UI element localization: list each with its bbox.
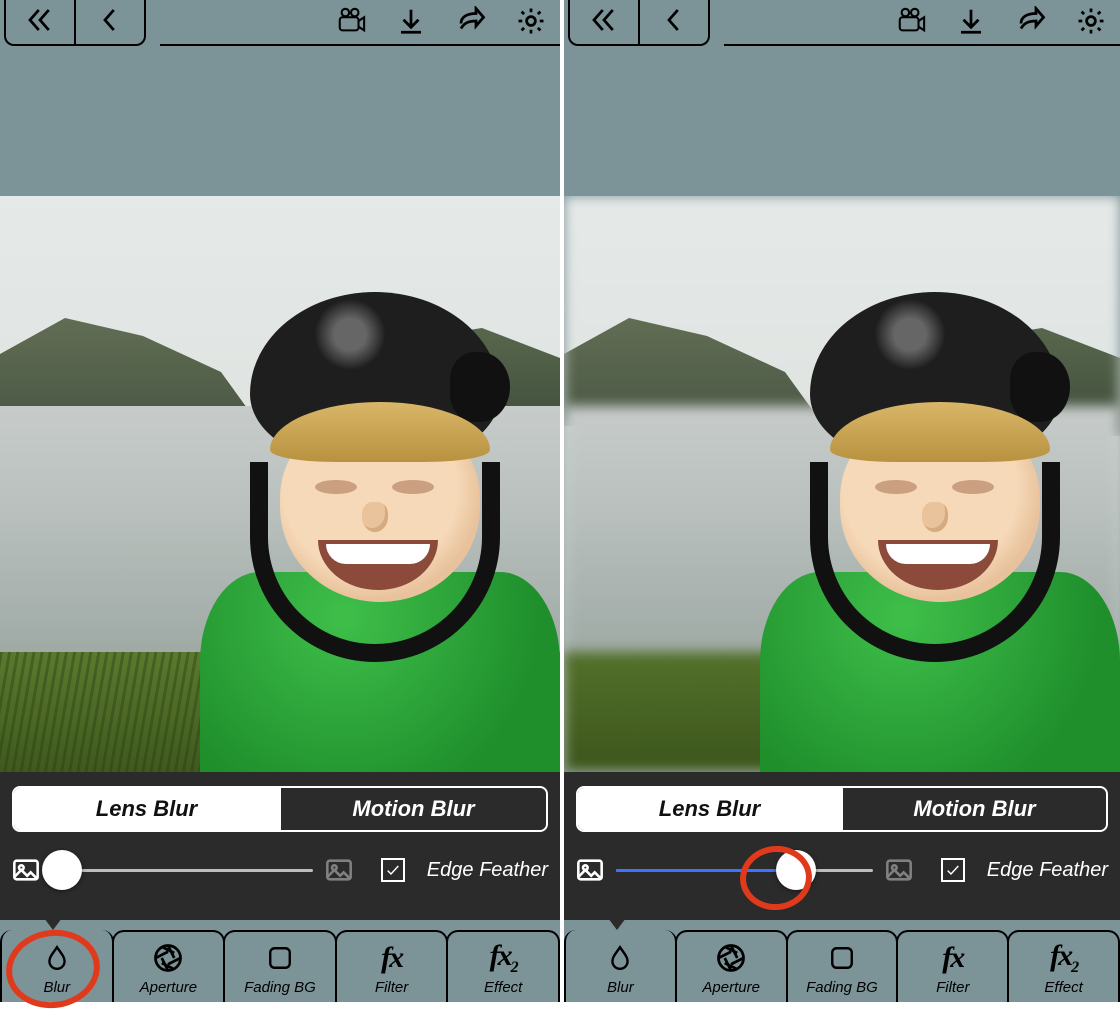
- download-button[interactable]: [950, 2, 992, 44]
- download-icon: [956, 6, 986, 41]
- aperture-icon: [153, 941, 183, 975]
- settings-button[interactable]: [510, 2, 552, 44]
- blur-type-segmented: Lens Blur Motion Blur: [12, 786, 548, 832]
- slider-fill: [616, 869, 796, 872]
- photo-canvas[interactable]: [564, 196, 1120, 772]
- share-button[interactable]: [450, 2, 492, 44]
- tab-filter[interactable]: fx Filter: [335, 930, 449, 1002]
- slider-track: [52, 869, 313, 872]
- chevron-left-icon: [659, 5, 689, 40]
- tab-label: Effect: [484, 979, 522, 996]
- gear-icon: [1076, 6, 1106, 41]
- blur-amount-slider[interactable]: [52, 854, 313, 886]
- fx-icon: fx: [942, 941, 963, 975]
- header-spacer: [0, 46, 560, 196]
- tab-aperture[interactable]: Aperture: [675, 930, 788, 1002]
- tab-label: Blur: [607, 979, 634, 996]
- square-icon: [267, 941, 293, 975]
- aperture-icon: [716, 941, 746, 975]
- back-all-button[interactable]: [568, 0, 640, 46]
- lens-blur-option[interactable]: Lens Blur: [578, 788, 841, 830]
- tab-effect[interactable]: fx2 Effect: [446, 930, 560, 1002]
- slider-thumb[interactable]: [42, 850, 82, 890]
- controls-strip: Lens Blur Motion Blur Edge Feather: [564, 772, 1120, 920]
- tab-label: Filter: [936, 979, 969, 996]
- image-small-icon: [576, 856, 604, 884]
- tab-aperture[interactable]: Aperture: [112, 930, 226, 1002]
- fx-icon: fx: [381, 941, 402, 975]
- drop-icon: [44, 941, 70, 975]
- video-button[interactable]: [330, 2, 372, 44]
- tab-filter[interactable]: fx Filter: [896, 930, 1009, 1002]
- top-toolbar: [0, 0, 560, 46]
- top-toolbar: [564, 0, 1120, 46]
- bottom-tab-bar: Blur Aperture Fading BG fx Filter fx2 Ef…: [0, 920, 560, 1002]
- back-button[interactable]: [74, 0, 146, 46]
- controls-strip: Lens Blur Motion Blur Edge Feather: [0, 772, 560, 920]
- active-tab-pointer: [608, 918, 626, 930]
- edge-feather-label: Edge Feather: [427, 859, 548, 882]
- edge-feather-checkbox[interactable]: [381, 858, 405, 882]
- tab-label: Filter: [375, 979, 408, 996]
- share-arrow-icon: [1016, 6, 1046, 41]
- photo-canvas[interactable]: [0, 196, 560, 772]
- fx2-icon: fx2: [1050, 939, 1077, 977]
- motion-blur-option[interactable]: Motion Blur: [841, 788, 1106, 830]
- square-icon: [829, 941, 855, 975]
- download-icon: [396, 6, 426, 41]
- motion-blur-option[interactable]: Motion Blur: [279, 788, 546, 830]
- active-tab-pointer: [44, 918, 62, 930]
- tab-label: Blur: [43, 979, 70, 996]
- tab-label: Aperture: [140, 979, 198, 996]
- settings-button[interactable]: [1070, 2, 1112, 44]
- tab-label: Aperture: [702, 979, 760, 996]
- bottom-tab-bar: Blur Aperture Fading BG fx Filter fx2 Ef…: [564, 920, 1120, 1002]
- back-all-button[interactable]: [4, 0, 76, 46]
- photo-subject: [160, 252, 560, 772]
- double-chevron-left-icon: [25, 5, 55, 40]
- drop-icon: [607, 941, 633, 975]
- video-button[interactable]: [890, 2, 932, 44]
- header-spacer: [564, 46, 1120, 196]
- fx2-icon: fx2: [490, 939, 517, 977]
- photo-subject: [720, 252, 1120, 772]
- blur-amount-slider[interactable]: [616, 854, 873, 886]
- edge-feather-checkbox[interactable]: [941, 858, 965, 882]
- share-button[interactable]: [1010, 2, 1052, 44]
- editor-pane-left: Lens Blur Motion Blur Edge Feather: [0, 0, 560, 1002]
- image-blur-icon: [885, 856, 913, 884]
- double-chevron-left-icon: [589, 5, 619, 40]
- chevron-left-icon: [95, 5, 125, 40]
- tab-effect[interactable]: fx2 Effect: [1007, 930, 1120, 1002]
- back-button[interactable]: [638, 0, 710, 46]
- share-arrow-icon: [456, 6, 486, 41]
- tab-fading-bg[interactable]: Fading BG: [223, 930, 337, 1002]
- tab-blur[interactable]: Blur: [0, 930, 114, 1002]
- tab-blur[interactable]: Blur: [564, 930, 677, 1002]
- blur-type-segmented: Lens Blur Motion Blur: [576, 786, 1108, 832]
- image-blur-icon: [325, 856, 353, 884]
- edge-feather-label: Edge Feather: [987, 859, 1108, 882]
- tab-label: Fading BG: [244, 979, 316, 996]
- video-camera-icon: [896, 6, 926, 41]
- video-camera-icon: [336, 6, 366, 41]
- tab-label: Fading BG: [806, 979, 878, 996]
- tab-fading-bg[interactable]: Fading BG: [786, 930, 899, 1002]
- download-button[interactable]: [390, 2, 432, 44]
- gear-icon: [516, 6, 546, 41]
- image-small-icon: [12, 856, 40, 884]
- slider-thumb[interactable]: [776, 850, 816, 890]
- lens-blur-option[interactable]: Lens Blur: [14, 788, 279, 830]
- editor-pane-right: Lens Blur Motion Blur Edge Feather: [560, 0, 1120, 1002]
- tab-label: Effect: [1044, 979, 1082, 996]
